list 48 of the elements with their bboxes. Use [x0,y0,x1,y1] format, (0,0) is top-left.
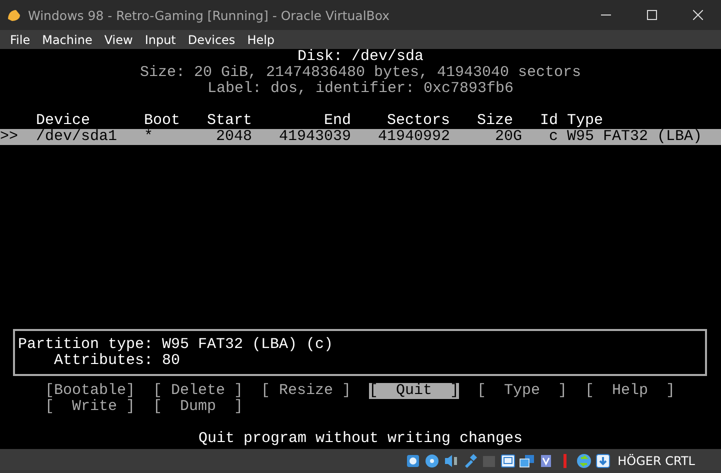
column-header: Id [540,113,558,129]
disk-title: Disk: /dev/sda [297,49,424,65]
info-text: Attributes: 80 [53,353,182,369]
menu-item[interactable]: Devices [182,32,242,46]
table-cell: c [549,129,558,145]
menu-button[interactable]: [ Help ] [585,383,675,399]
menu-item[interactable]: File [4,32,36,46]
hint-text: Quit program without writing changes [198,431,523,447]
column-header: Device [36,113,90,129]
column-header: Sectors [387,113,450,129]
window-title: Windows 98 - Retro-Gaming [Running] - Oracle VirtualBox [28,8,391,22]
host-key-label: HÖGER CRTL [618,454,695,468]
menu-button[interactable]: [ Quit ] [369,383,459,399]
column-header: End [324,113,351,129]
download-icon[interactable] [594,453,611,469]
column-header: Type [567,113,603,129]
menu-item[interactable]: Help [241,32,281,46]
optical-disc-icon[interactable] [424,453,440,469]
column-header: Boot [144,113,180,129]
menu-item[interactable]: Input [138,32,182,46]
menu-item[interactable]: Machine [36,32,98,46]
menu-button[interactable]: [ Resize ] [261,383,351,399]
speaker-icon[interactable] [442,453,459,469]
maximize-icon[interactable] [647,10,657,20]
info-text: Partition type: W95 FAT32 (LBA) (c) [18,337,334,353]
table-cell: 41943039 [279,129,351,145]
menu-button[interactable]: [ Dump ] [153,399,243,415]
menu-item[interactable]: View [98,32,139,46]
column-header: Size [477,113,513,129]
table-cell: 2048 [216,129,252,145]
menu-button[interactable]: [ Type ] [477,383,567,399]
row-marker: >> [0,129,18,145]
disk-info: Size: 20 GiB, 21474836480 bytes, 41943040 sectors [140,65,582,81]
column-header: Start [207,113,252,129]
menu-button[interactable]: [Bootable] [45,383,135,399]
menu-button[interactable]: [ Write ] [45,399,135,415]
app-icon [6,7,22,23]
table-cell: W95 FAT32 (LBA) [567,129,702,145]
table-cell: * [144,129,153,145]
table-cell: 41940992 [378,129,450,145]
table-cell: /dev/sda1 [36,129,117,145]
monitor-icon[interactable] [500,453,516,469]
table-cell: 20G [495,129,522,145]
disk-info: Label: dos, identifier: 0xc7893fb6 [207,81,514,97]
partition-row[interactable]: >> /dev/sda1 * 2048 41943039 41940992 20G c W95 FAT32 (LBA) [0,129,721,145]
menu-button[interactable]: [ Delete ] [153,383,243,399]
close-icon[interactable] [693,10,703,20]
windows-icon[interactable] [518,453,535,469]
